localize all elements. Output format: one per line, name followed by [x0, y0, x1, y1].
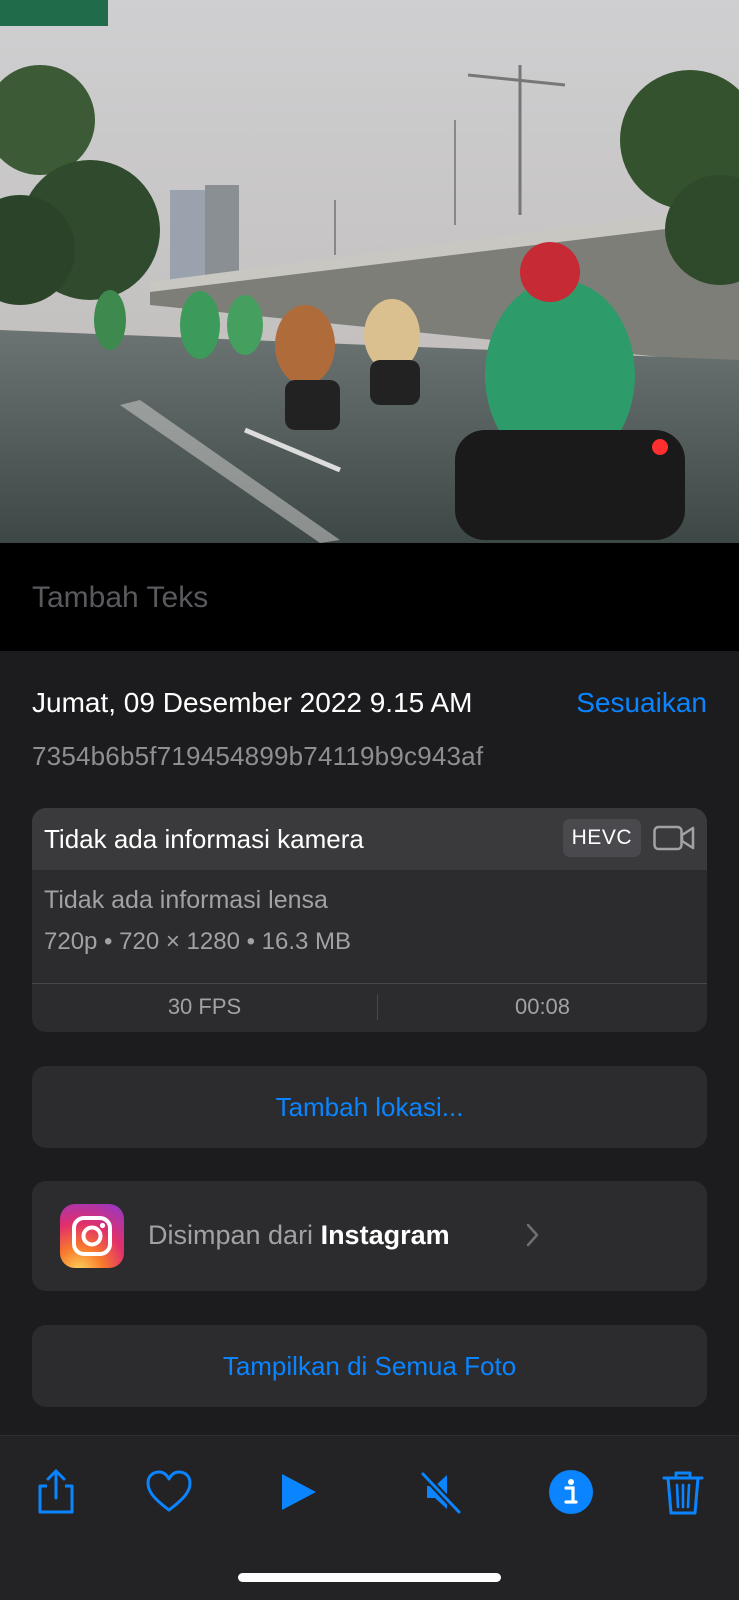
frame-rate: 30 FPS	[167, 994, 242, 1019]
camera-info-card: Tidak ada informasi kamera HEVC Tidak ad…	[32, 808, 707, 1032]
saved-from-prefix: Disimpan dari	[148, 1220, 321, 1250]
adjust-date-button[interactable]: Sesuaikan	[576, 687, 707, 719]
chevron-right-icon	[526, 1223, 539, 1247]
add-location-label: Tambah lokasi...	[275, 1092, 464, 1122]
home-indicator[interactable]	[238, 1573, 501, 1582]
source-app-name: Instagram	[320, 1220, 450, 1250]
video-specs: 720p • 720 × 1280 • 16.3 MB	[44, 928, 352, 955]
info-panel: Jumat, 09 Desember 2022 9.15 AM Sesuaika…	[0, 651, 739, 1435]
show-in-all-photos-label: Tampilkan di Semua Foto	[222, 1351, 517, 1381]
codec-badge: HEVC	[562, 819, 641, 857]
video-camera-icon	[653, 825, 695, 851]
video-duration: 00:08	[514, 994, 571, 1019]
caption-placeholder[interactable]: Tambah Teks	[32, 581, 208, 615]
instagram-icon	[60, 1204, 124, 1268]
file-name: 7354b6b5f719454899b74119b9c943af	[32, 741, 484, 771]
lens-info: Tidak ada informasi lensa	[44, 886, 328, 914]
heart-icon[interactable]	[143, 1466, 195, 1518]
share-icon[interactable]	[30, 1466, 82, 1518]
camera-title: Tidak ada informasi kamera	[44, 824, 364, 854]
play-icon[interactable]	[272, 1466, 324, 1518]
trash-icon[interactable]	[657, 1466, 709, 1518]
mute-icon[interactable]	[415, 1466, 467, 1518]
divider	[32, 983, 707, 984]
show-in-all-photos-button[interactable]: Tampilkan di Semua Foto	[32, 1325, 707, 1407]
camera-header: Tidak ada informasi kamera HEVC	[32, 808, 707, 870]
saved-from-text: Disimpan dari Instagram	[148, 1220, 450, 1251]
photo-preview[interactable]	[0, 0, 739, 543]
caption-bar[interactable]: Tambah Teks	[0, 543, 739, 651]
add-location-button[interactable]: Tambah lokasi...	[32, 1066, 707, 1148]
date-time: Jumat, 09 Desember 2022 9.15 AM	[32, 687, 473, 718]
info-icon[interactable]	[545, 1466, 597, 1518]
saved-from-instagram-row[interactable]: Disimpan dari Instagram	[32, 1181, 707, 1291]
